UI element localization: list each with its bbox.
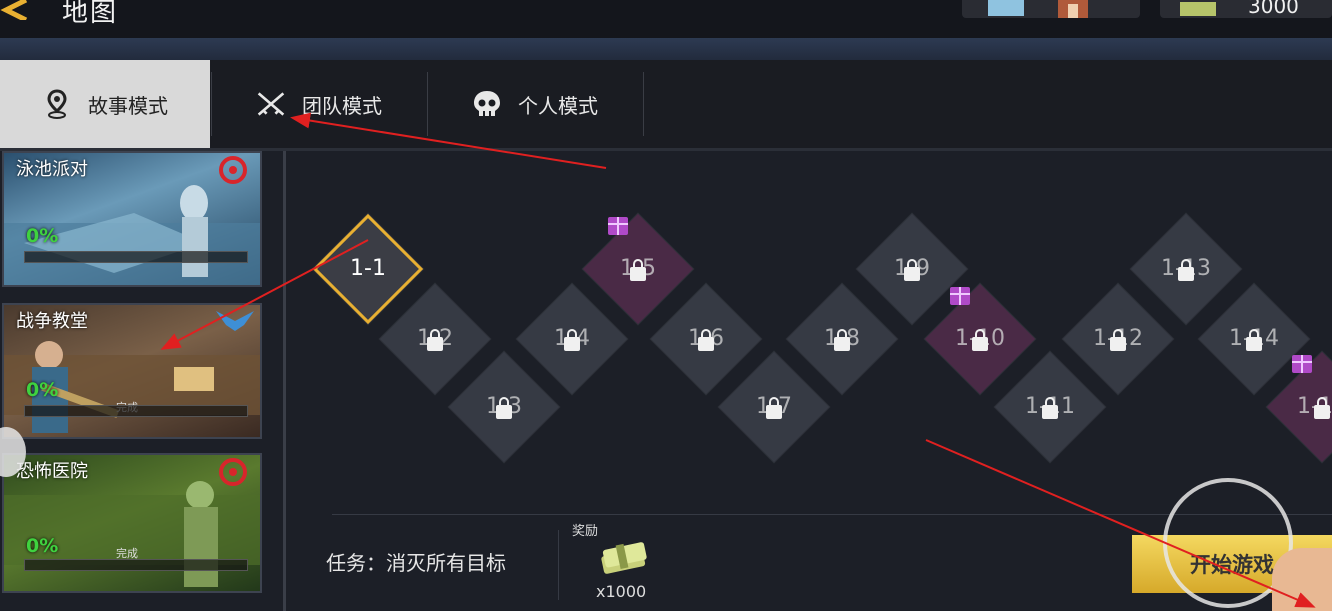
crossed-guns-icon xyxy=(256,89,286,119)
map-name: 战争教堂 xyxy=(16,311,88,332)
lock-icon xyxy=(564,329,580,351)
eagle-icon xyxy=(216,311,254,331)
gift-icon xyxy=(608,217,628,235)
lock-icon xyxy=(904,259,920,281)
map-progress: 0% xyxy=(26,535,59,557)
reward-label: 奖励 xyxy=(572,524,599,539)
card-icon xyxy=(988,0,1024,16)
top-bar: 地图 3000 xyxy=(0,0,1332,38)
map-progress: 0% xyxy=(26,225,59,247)
tab-team-mode[interactable]: 团队模式 xyxy=(212,60,426,148)
gift-icon xyxy=(1292,355,1312,373)
biohazard-icon xyxy=(219,156,247,184)
tab-label: 团队模式 xyxy=(302,93,382,118)
map-progress-bar xyxy=(24,559,248,571)
gold-amount: 3000 xyxy=(1248,0,1299,18)
avatar xyxy=(1058,0,1088,18)
mode-tabs: 故事模式 团队模式 个人模式 xyxy=(0,60,1332,151)
map-name: 泳池派对 xyxy=(16,159,88,180)
lock-icon xyxy=(698,329,714,351)
lock-icon xyxy=(1178,259,1194,281)
reward-count: x1000 xyxy=(596,582,647,601)
mission-text: 任务：消灭所有目标 xyxy=(326,551,506,575)
level-label: 1-1 xyxy=(350,256,386,281)
tab-solo-mode[interactable]: 个人模式 xyxy=(428,60,642,148)
pointer-hand-icon xyxy=(1272,548,1332,611)
lock-icon xyxy=(427,329,443,351)
cash-stack-icon xyxy=(601,542,647,574)
tab-label: 个人模式 xyxy=(518,93,598,118)
tab-story-mode[interactable]: 故事模式 xyxy=(0,60,210,148)
biohazard-icon xyxy=(219,458,247,486)
lock-icon xyxy=(1042,397,1058,419)
profile-badge[interactable] xyxy=(962,0,1140,18)
gold-counter xyxy=(1160,0,1332,18)
lock-icon xyxy=(1314,397,1330,419)
lock-icon xyxy=(630,259,646,281)
skull-icon xyxy=(472,89,502,119)
lock-icon xyxy=(1110,329,1126,351)
tab-label: 故事模式 xyxy=(88,93,168,118)
map-progress-bar xyxy=(24,251,248,263)
map-list[interactable]: 泳池派对 0% 战争教堂 0% 完成 恐怖医院 0% 完成 xyxy=(0,151,266,611)
map-card-horror-hospital[interactable]: 恐怖医院 0% 完成 xyxy=(2,453,262,593)
lock-icon xyxy=(496,397,512,419)
map-progress: 0% xyxy=(26,379,59,401)
gift-icon xyxy=(950,287,970,305)
lock-icon xyxy=(1246,329,1262,351)
tab-divider xyxy=(643,72,644,136)
map-name: 恐怖医院 xyxy=(16,461,88,482)
header-band xyxy=(0,38,1332,60)
lock-icon xyxy=(766,397,782,419)
map-pin-icon xyxy=(42,89,72,119)
back-arrow-icon[interactable] xyxy=(0,0,30,20)
lock-icon xyxy=(834,329,850,351)
lock-icon xyxy=(972,329,988,351)
map-card-war-church[interactable]: 战争教堂 0% 完成 xyxy=(2,303,262,439)
map-card-pool-party[interactable]: 泳池派对 0% xyxy=(2,151,262,287)
page-title: 地图 xyxy=(62,0,119,28)
map-progress-bar xyxy=(24,405,248,417)
map-list-scrollbar[interactable] xyxy=(283,151,286,611)
reward-divider xyxy=(558,530,559,600)
cash-icon xyxy=(1180,2,1216,16)
